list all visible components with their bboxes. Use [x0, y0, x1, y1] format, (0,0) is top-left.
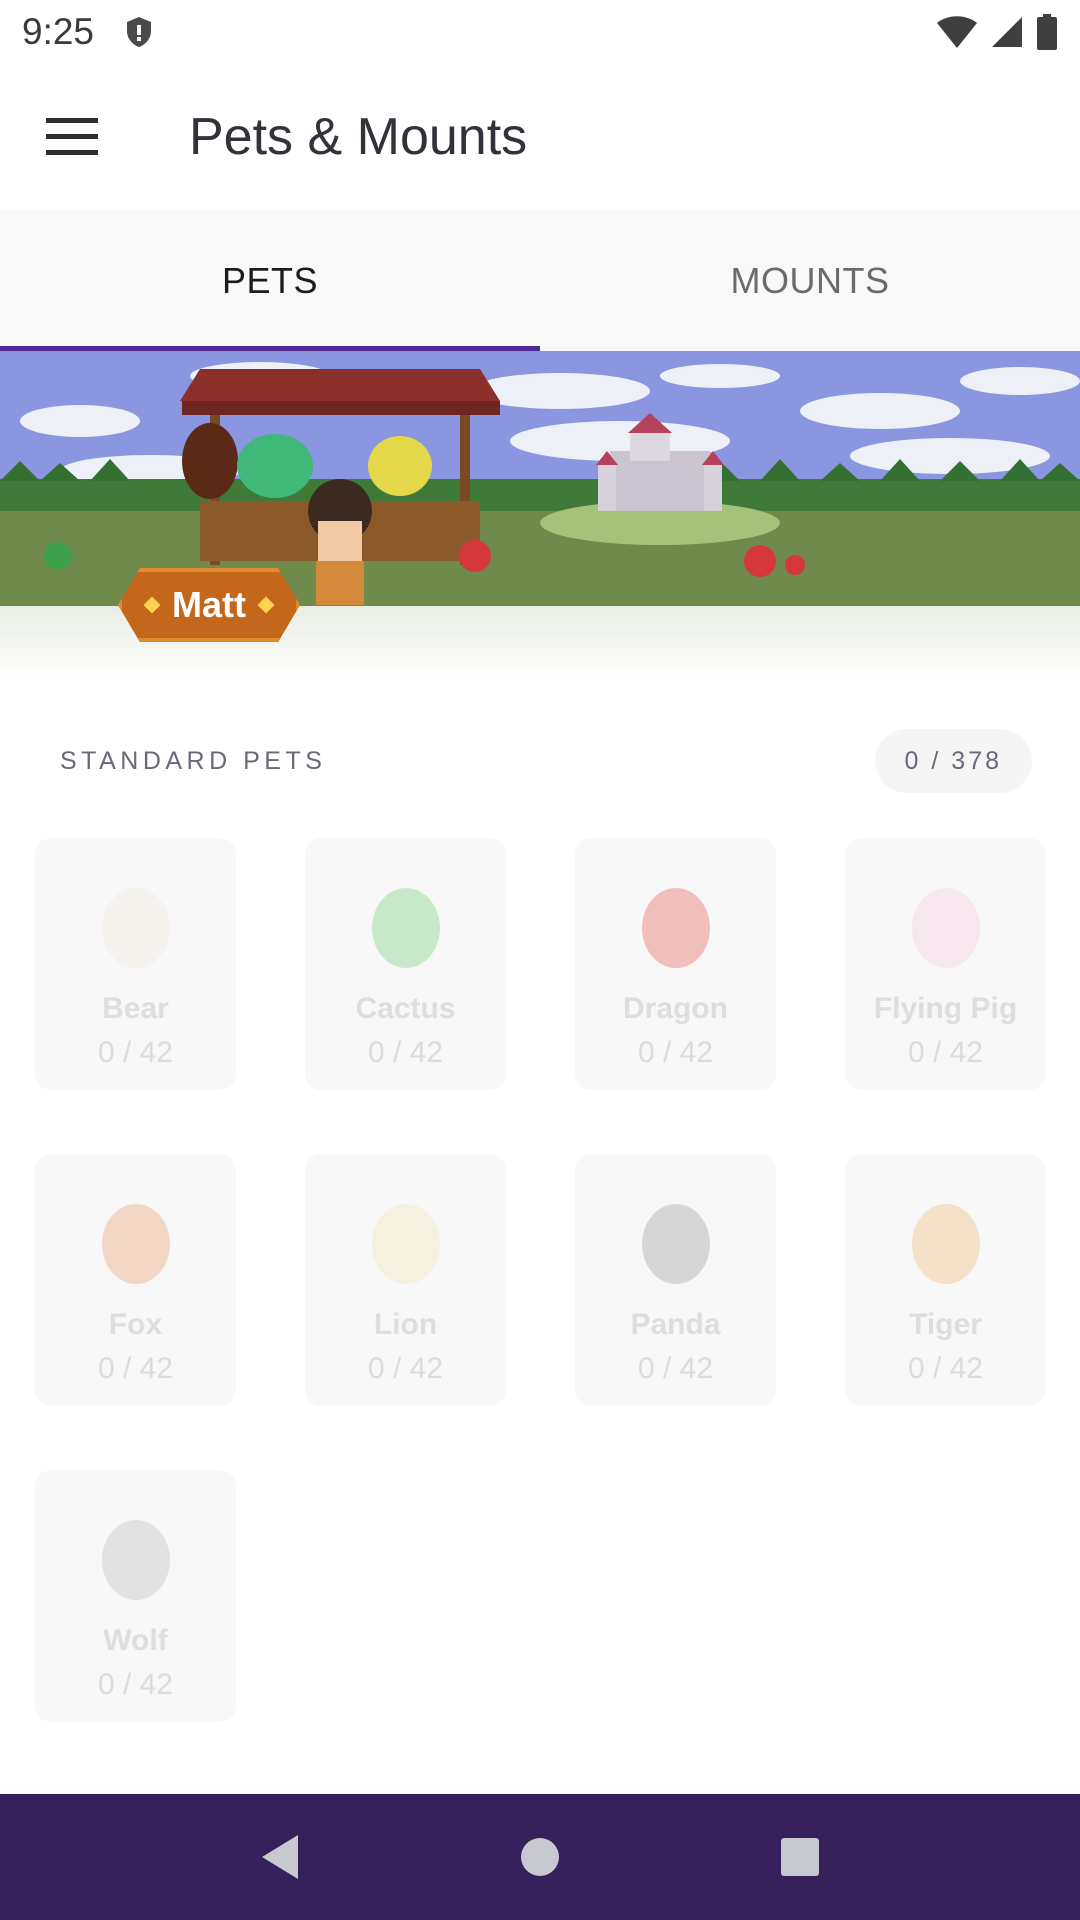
- shield-icon: [127, 16, 152, 47]
- egg-icon: [371, 888, 440, 968]
- tab-bar: PETS MOUNTS: [0, 210, 1080, 351]
- pet-count: 0 / 42: [637, 1352, 714, 1385]
- status-bar: 9:25: [0, 0, 1080, 63]
- section-count-badge: 0 / 378: [874, 729, 1032, 793]
- signal-icon: [992, 16, 1022, 47]
- pet-card[interactable]: Wolf 0 / 42: [35, 1470, 236, 1722]
- pet-count: 0 / 42: [367, 1036, 444, 1069]
- pet-count: 0 / 42: [367, 1352, 444, 1385]
- pet-card[interactable]: Flying Pig 0 / 42: [845, 838, 1046, 1090]
- app-bar: Pets & Mounts: [0, 63, 1080, 210]
- section-title: STANDARD PETS: [60, 746, 327, 775]
- home-circle-icon: [521, 1838, 559, 1876]
- pet-count: 0 / 42: [907, 1352, 984, 1385]
- section-header: STANDARD PETS 0 / 378: [0, 725, 1080, 797]
- user-name-plate: Matt: [118, 568, 300, 642]
- egg-icon: [911, 888, 980, 968]
- pet-name: Cactus: [355, 992, 456, 1025]
- pet-name: Panda: [630, 1308, 721, 1341]
- pet-name: Dragon: [623, 992, 728, 1025]
- diamond-icon: [143, 596, 161, 614]
- diamond-icon: [257, 596, 275, 614]
- egg-icon: [371, 1204, 440, 1284]
- battery-icon: [1037, 13, 1057, 50]
- tab-pets[interactable]: PETS: [0, 210, 540, 351]
- pet-card[interactable]: Panda 0 / 42: [575, 1154, 776, 1406]
- tab-mounts[interactable]: MOUNTS: [540, 210, 1080, 351]
- pet-name: Bear: [102, 992, 169, 1025]
- user-name: Matt: [172, 584, 246, 625]
- pet-count: 0 / 42: [97, 1352, 174, 1385]
- egg-icon: [641, 888, 710, 968]
- egg-icon: [641, 1204, 710, 1284]
- pet-count: 0 / 42: [97, 1668, 174, 1701]
- egg-icon: [101, 1520, 170, 1600]
- pet-name: Fox: [108, 1308, 163, 1341]
- page-title: Pets & Mounts: [189, 107, 528, 166]
- pet-card[interactable]: Bear 0 / 42: [35, 838, 236, 1090]
- hamburger-icon: [46, 117, 98, 155]
- wifi-icon: [937, 15, 977, 48]
- pet-card[interactable]: Lion 0 / 42: [305, 1154, 506, 1406]
- pet-name: Flying Pig: [873, 992, 1018, 1025]
- recents-square-icon: [781, 1838, 819, 1876]
- system-nav-bar: [0, 1794, 1080, 1920]
- pet-count: 0 / 42: [907, 1036, 984, 1069]
- pet-card[interactable]: Cactus 0 / 42: [305, 838, 506, 1090]
- recents-button[interactable]: [750, 1807, 850, 1907]
- menu-button[interactable]: [12, 77, 132, 197]
- pet-card[interactable]: Fox 0 / 42: [35, 1154, 236, 1406]
- back-button[interactable]: [230, 1807, 330, 1907]
- pet-card[interactable]: Tiger 0 / 42: [845, 1154, 1046, 1406]
- pet-name: Lion: [373, 1308, 438, 1341]
- home-button[interactable]: [490, 1807, 590, 1907]
- status-time: 9:25: [22, 10, 95, 52]
- pet-card[interactable]: Dragon 0 / 42: [575, 838, 776, 1090]
- egg-icon: [101, 888, 170, 968]
- pet-count: 0 / 42: [637, 1036, 714, 1069]
- pet-count: 0 / 42: [97, 1036, 174, 1069]
- egg-icon: [101, 1204, 170, 1284]
- pet-name: Wolf: [103, 1624, 168, 1657]
- egg-icon: [911, 1204, 980, 1284]
- pet-name: Tiger: [909, 1308, 982, 1341]
- back-triangle-icon: [262, 1835, 298, 1879]
- status-icons: [936, 13, 1058, 50]
